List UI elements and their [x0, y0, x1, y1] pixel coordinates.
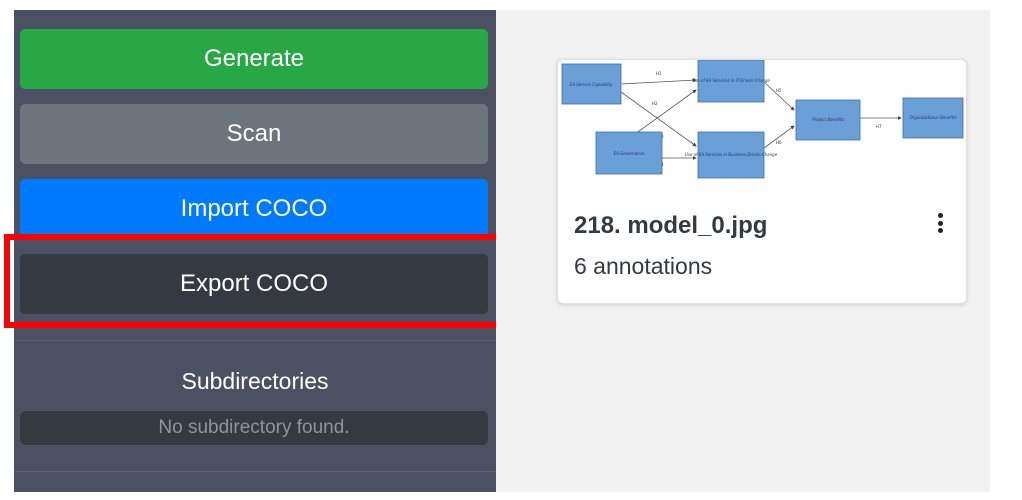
- annotation-count: 6 annotations: [574, 253, 713, 279]
- image-card[interactable]: H1 H2 H3 H4 H5 H6 H7 EA Service Capabili…: [557, 59, 967, 304]
- main-panel: H1 H2 H3 H4 H5 H6 H7 EA Service Capabili…: [496, 10, 990, 492]
- edge-label: H2: [652, 101, 658, 106]
- edge-label: H6: [776, 140, 782, 145]
- edge-label: H1: [656, 71, 662, 76]
- import-coco-button[interactable]: Import COCO: [20, 179, 488, 239]
- edge-label: H5: [776, 88, 782, 93]
- divider: [14, 471, 496, 472]
- image-thumbnail[interactable]: H1 H2 H3 H4 H5 H6 H7 EA Service Capabili…: [558, 60, 968, 188]
- image-filename[interactable]: 218. model_0.jpg: [574, 212, 767, 240]
- node-label: Use of EA Services in IT-Driven Change: [692, 78, 770, 83]
- generate-button[interactable]: Generate: [20, 29, 488, 89]
- subdirectories-empty-message: No subdirectory found.: [20, 411, 488, 445]
- highlight-box: [4, 234, 514, 328]
- scan-button[interactable]: Scan: [20, 104, 488, 164]
- node-label: Use of EA Services in Business-Driven Ch…: [685, 152, 778, 157]
- divider: [14, 340, 496, 341]
- node-label: Organizational Benefits: [910, 115, 957, 120]
- edge-label: H7: [876, 124, 882, 129]
- kebab-menu-icon[interactable]: [932, 210, 948, 236]
- node-label: Project Benefits: [812, 117, 844, 122]
- node-label: EA Service Capability: [570, 82, 613, 87]
- node-label: EA Governance: [614, 151, 645, 156]
- subdirectories-heading: Subdirectories: [181, 368, 329, 394]
